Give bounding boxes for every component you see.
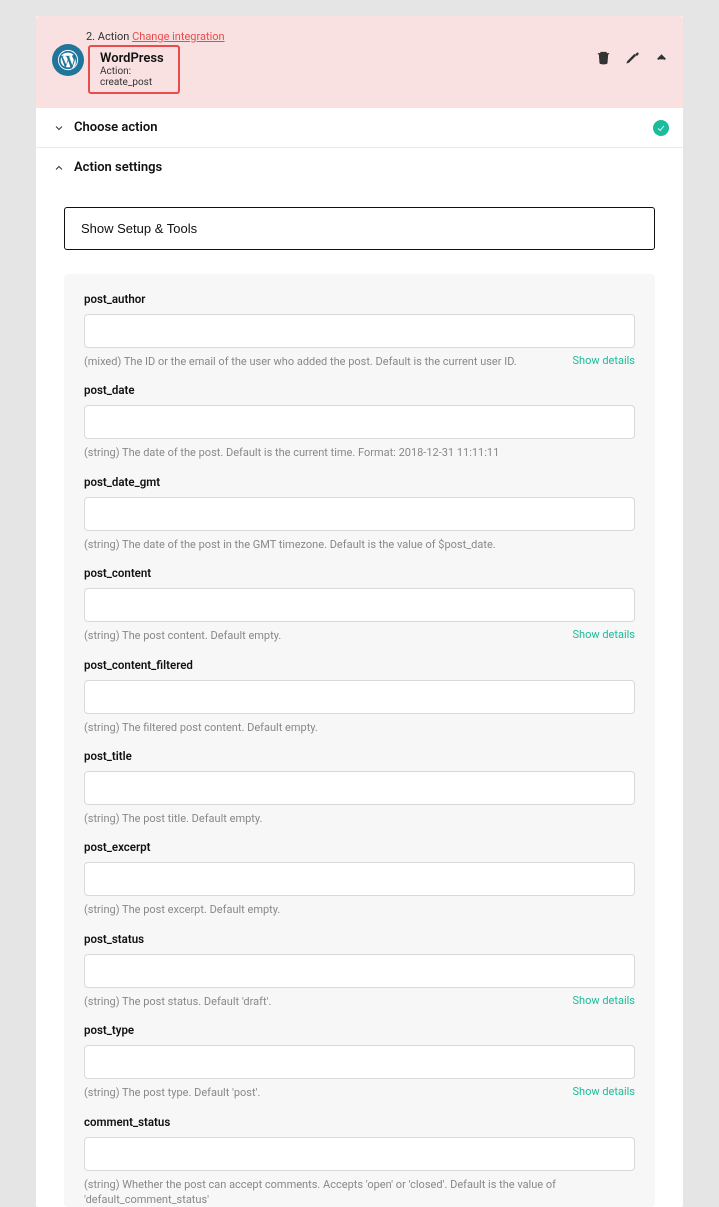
show-details-link[interactable]: Show details — [572, 994, 635, 1007]
field-input-post_date_gmt[interactable] — [84, 497, 635, 531]
collapse-icon[interactable] — [654, 50, 669, 69]
field-help: (mixed) The ID or the email of the user … — [84, 354, 562, 369]
choose-action-section[interactable]: Choose action — [36, 108, 683, 148]
field-label: post_content — [84, 566, 635, 580]
show-setup-tools-button[interactable]: Show Setup & Tools — [64, 207, 655, 250]
field-input-comment_status[interactable] — [84, 1137, 635, 1171]
field-comment_status: comment_status (string) Whether the post … — [84, 1115, 635, 1207]
field-label: post_date — [84, 383, 635, 397]
change-integration-link[interactable]: Change integration — [132, 30, 225, 43]
show-details-link[interactable]: Show details — [572, 628, 635, 641]
field-post_author: post_author (mixed) The ID or the email o… — [84, 292, 635, 369]
wordpress-logo-icon — [52, 44, 84, 76]
field-input-post_content_filtered[interactable] — [84, 680, 635, 714]
integration-action: Action: create_post — [100, 66, 168, 88]
field-label: post_excerpt — [84, 840, 635, 854]
field-help: (string) Whether the post can accept com… — [84, 1177, 635, 1207]
fields-container: post_author (mixed) The ID or the email o… — [64, 274, 655, 1207]
integration-name: WordPress — [100, 51, 168, 66]
field-help: (string) The date of the post. Default i… — [84, 445, 635, 460]
field-post_status: post_status (string) The post status. Def… — [84, 932, 635, 1009]
field-label: comment_status — [84, 1115, 635, 1129]
field-input-post_excerpt[interactable] — [84, 862, 635, 896]
field-help: (string) The post status. Default 'draft… — [84, 994, 562, 1009]
field-label: post_content_filtered — [84, 658, 635, 672]
field-post_date_gmt: post_date_gmt (string) The date of the po… — [84, 475, 635, 552]
field-post_content_filtered: post_content_filtered (string) The filter… — [84, 658, 635, 735]
field-label: post_author — [84, 292, 635, 306]
edit-icon[interactable] — [625, 50, 640, 69]
field-input-post_date[interactable] — [84, 405, 635, 439]
check-complete-icon — [653, 120, 669, 136]
action-settings-section[interactable]: Action settings — [36, 148, 683, 187]
field-help: (string) The date of the post in the GMT… — [84, 537, 635, 552]
field-help: (string) The filtered post content. Defa… — [84, 720, 635, 735]
field-label: post_status — [84, 932, 635, 946]
field-label: post_date_gmt — [84, 475, 635, 489]
field-post_type: post_type (string) The post type. Default… — [84, 1023, 635, 1100]
field-help: (string) The post type. Default 'post'. — [84, 1085, 562, 1100]
field-post_excerpt: post_excerpt (string) The post excerpt. D… — [84, 840, 635, 917]
field-help: (string) The post title. Default empty. — [84, 811, 635, 826]
step-label: 2. Action Change integration — [86, 30, 669, 43]
field-help: (string) The post excerpt. Default empty… — [84, 902, 635, 917]
field-input-post_type[interactable] — [84, 1045, 635, 1079]
field-label: post_title — [84, 749, 635, 763]
field-input-post_status[interactable] — [84, 954, 635, 988]
field-post_date: post_date (string) The date of the post. … — [84, 383, 635, 460]
field-input-post_author[interactable] — [84, 314, 635, 348]
chevron-down-icon — [50, 122, 68, 134]
chevron-up-icon — [50, 162, 68, 174]
action-header: 2. Action Change integration WordPress A… — [36, 16, 683, 108]
field-input-post_title[interactable] — [84, 771, 635, 805]
field-input-post_content[interactable] — [84, 588, 635, 622]
choose-action-label: Choose action — [74, 120, 158, 135]
field-post_content: post_content (string) The post content. D… — [84, 566, 635, 643]
integration-title-box: WordPress Action: create_post — [88, 45, 180, 94]
field-label: post_type — [84, 1023, 635, 1037]
show-details-link[interactable]: Show details — [572, 354, 635, 367]
field-post_title: post_title (string) The post title. Defau… — [84, 749, 635, 826]
field-help: (string) The post content. Default empty… — [84, 628, 562, 643]
action-settings-label: Action settings — [74, 160, 162, 175]
show-details-link[interactable]: Show details — [572, 1085, 635, 1098]
delete-icon[interactable] — [596, 50, 611, 69]
